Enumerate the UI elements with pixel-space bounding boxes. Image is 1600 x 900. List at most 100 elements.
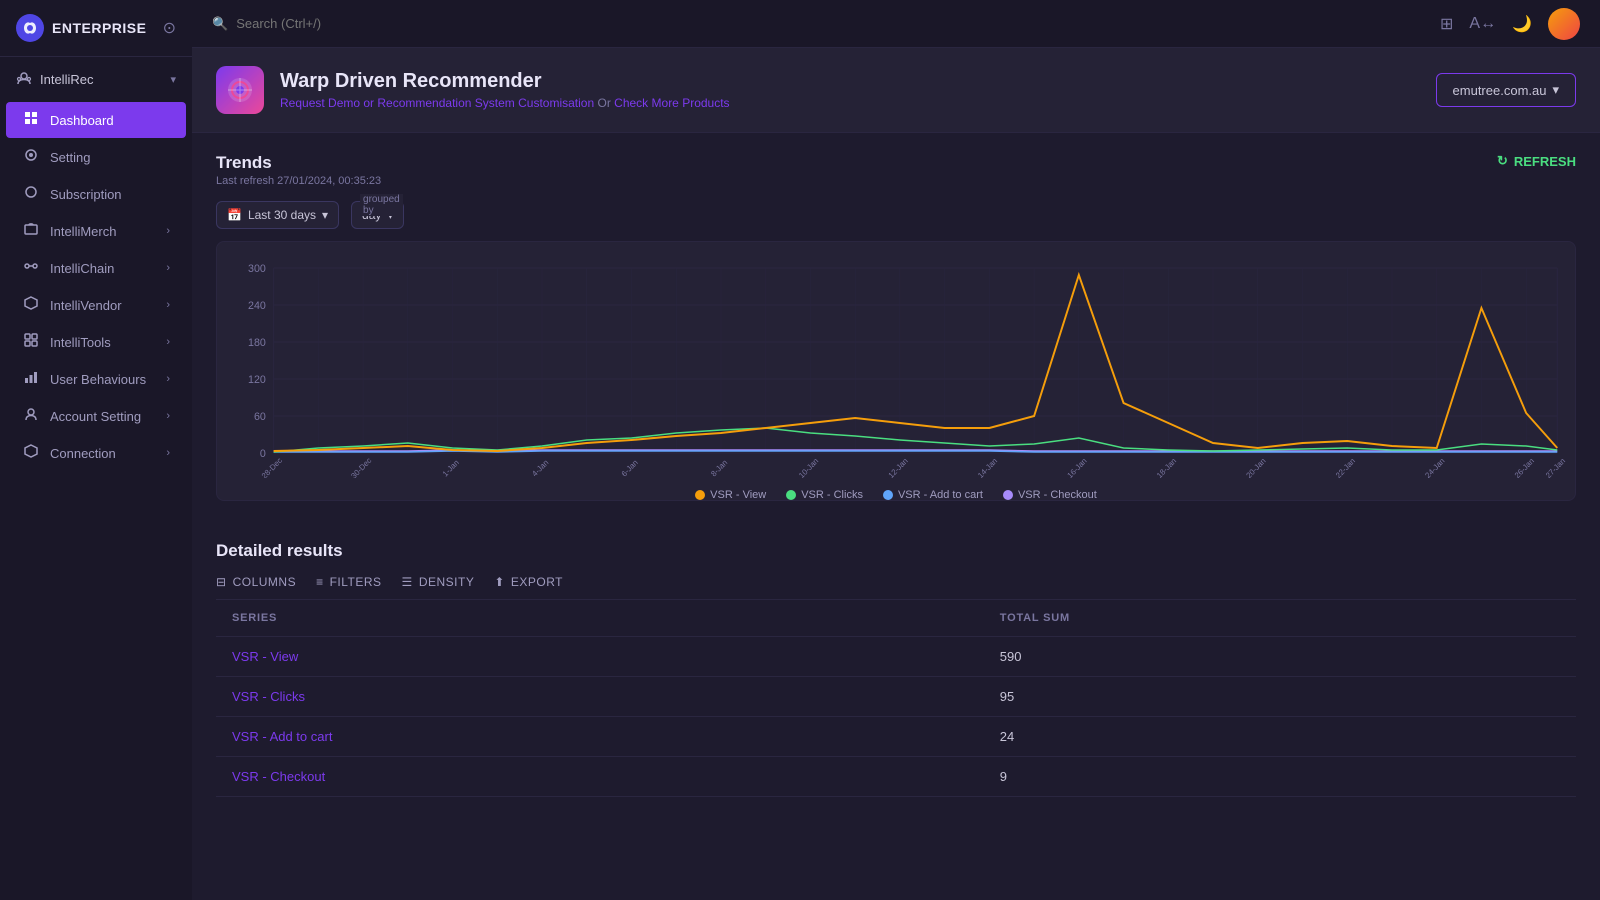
sidebar-item-connection[interactable]: Connection › (6, 435, 186, 471)
topbar: 🔍 ⊞ A↔ 🌙 (192, 0, 1600, 48)
svg-text:20-Jan: 20-Jan (1244, 456, 1267, 478)
sidebar-item-setting[interactable]: Setting (6, 139, 186, 175)
plugin-header: Warp Driven Recommender Request Demo or … (192, 48, 1600, 133)
connection-chevron-icon: › (166, 447, 170, 459)
legend-clicks: VSR - Clicks (786, 489, 863, 501)
sidebar-org[interactable]: IntelliRec ▾ (0, 63, 192, 95)
grouped-by-dropdown[interactable]: grouped by day ▾ (351, 201, 404, 229)
plugin-icon (216, 66, 264, 114)
intellimerch-nav-icon (22, 222, 40, 240)
date-range-chevron-icon: ▾ (322, 208, 328, 222)
svg-text:12-Jan: 12-Jan (887, 456, 910, 478)
intellimerch-nav-label: IntelliMerch (50, 224, 156, 239)
svg-text:0: 0 (260, 448, 266, 460)
series-column-header: SERIES (216, 600, 984, 637)
columns-button[interactable]: ⊟ COLUMNS (216, 575, 296, 589)
user-behaviours-chevron-icon: › (166, 373, 170, 385)
series-link-0[interactable]: VSR - View (232, 649, 298, 664)
detailed-section: Detailed results ⊟ COLUMNS ≡ FILTERS ☰ D… (192, 521, 1600, 817)
domain-label: emutree.com.au (1453, 83, 1547, 98)
filters-icon: ≡ (316, 575, 324, 589)
export-icon: ⬆ (494, 575, 505, 589)
trends-section: Trends Last refresh 27/01/2024, 00:35:23… (192, 133, 1600, 521)
products-link[interactable]: Check More Products (614, 96, 729, 110)
legend-addtocart: VSR - Add to cart (883, 489, 983, 501)
legend-addtocart-dot (883, 490, 893, 500)
trends-header-left: Trends Last refresh 27/01/2024, 00:35:23 (216, 153, 381, 201)
intellichain-nav-label: IntelliChain (50, 261, 156, 276)
sidebar-item-account-setting[interactable]: Account Setting› (6, 398, 186, 434)
svg-text:4-Jan: 4-Jan (530, 458, 550, 478)
sidebar-item-user-behaviours[interactable]: User Behaviours› (6, 361, 186, 397)
search-input[interactable] (236, 16, 436, 31)
calendar-icon: 📅 (227, 208, 242, 222)
grouped-by-label-small: grouped by (360, 194, 403, 216)
intellimerch-chevron-icon: › (166, 225, 170, 237)
sidebar-item-dashboard[interactable]: Dashboard (6, 102, 186, 138)
target-icon[interactable]: ⊙ (163, 18, 176, 38)
total-sum-cell-2: 24 (984, 717, 1576, 757)
series-link-2[interactable]: VSR - Add to cart (232, 729, 332, 744)
account-setting-nav-label: Account Setting (50, 409, 156, 424)
series-link-1[interactable]: VSR - Clicks (232, 689, 305, 704)
sidebar: ENTERPRISE ⊙ IntelliRec ▾ DashboardSetti… (0, 0, 192, 900)
avatar[interactable] (1548, 8, 1580, 40)
sidebar-item-subscription[interactable]: Subscription (6, 176, 186, 212)
translate-icon[interactable]: A↔ (1469, 15, 1496, 33)
svg-text:27-Jan: 27-Jan (1544, 456, 1567, 478)
sidebar-item-intellichain[interactable]: IntelliChain› (6, 250, 186, 286)
org-icon (16, 71, 32, 87)
export-button[interactable]: ⬆ EXPORT (494, 575, 563, 589)
total-sum-cell-0: 590 (984, 637, 1576, 677)
data-table: SERIES TOTAL SUM VSR - View590VSR - Clic… (216, 600, 1576, 797)
filters-button[interactable]: ≡ FILTERS (316, 575, 381, 589)
table-row: VSR - Clicks 95 (216, 677, 1576, 717)
warp-icon (226, 76, 254, 104)
total-sum-cell-1: 95 (984, 677, 1576, 717)
table-header: SERIES TOTAL SUM (216, 600, 1576, 637)
content-area: Warp Driven Recommender Request Demo or … (192, 48, 1600, 900)
svg-text:16-Jan: 16-Jan (1066, 456, 1089, 478)
density-button[interactable]: ☰ DENSITY (402, 575, 475, 589)
connection-nav-label: Connection (50, 446, 156, 461)
svg-text:60: 60 (254, 411, 266, 423)
svg-text:18-Jan: 18-Jan (1155, 456, 1178, 478)
refresh-label: REFRESH (1514, 154, 1576, 169)
sidebar-item-intellitools[interactable]: IntelliTools› (6, 324, 186, 360)
refresh-button[interactable]: ↻ REFRESH (1497, 153, 1576, 169)
columns-label: COLUMNS (233, 575, 297, 589)
header-row: SERIES TOTAL SUM (216, 600, 1576, 637)
sidebar-item-intellivendor[interactable]: IntelliVendor› (6, 287, 186, 323)
search-icon: 🔍 (212, 16, 228, 32)
demo-link[interactable]: Request Demo or Recommendation System Cu… (280, 96, 594, 110)
table-row: VSR - View 590 (216, 637, 1576, 677)
moon-icon[interactable]: 🌙 (1512, 14, 1532, 34)
sidebar-item-intellimerch[interactable]: IntelliMerch › (6, 213, 186, 249)
legend-view-label: VSR - View (710, 489, 766, 501)
domain-button[interactable]: emutree.com.au ▾ (1436, 73, 1576, 107)
legend-addtocart-label: VSR - Add to cart (898, 489, 983, 501)
grid-icon[interactable]: ⊞ (1440, 14, 1453, 34)
last-refresh-text: Last refresh 27/01/2024, 00:35:23 (216, 175, 381, 187)
series-cell-3: VSR - Checkout (216, 757, 984, 797)
setting-nav-icon (22, 148, 40, 166)
legend-checkout-label: VSR - Checkout (1018, 489, 1097, 501)
total-sum-cell-3: 9 (984, 757, 1576, 797)
legend-checkout: VSR - Checkout (1003, 489, 1097, 501)
legend-clicks-label: VSR - Clicks (801, 489, 863, 501)
filters-label: FILTERS (330, 575, 382, 589)
user-behaviours-nav-icon (22, 370, 40, 388)
series-link-3[interactable]: VSR - Checkout (232, 769, 325, 784)
intellitools-nav-icon (22, 333, 40, 351)
legend-clicks-dot (786, 490, 796, 500)
search-bar[interactable]: 🔍 (212, 16, 1424, 32)
svg-text:6-Jan: 6-Jan (620, 458, 640, 478)
topbar-right: ⊞ A↔ 🌙 (1440, 8, 1580, 40)
date-range-dropdown[interactable]: 📅 Last 30 days ▾ (216, 201, 339, 229)
table-toolbar: ⊟ COLUMNS ≡ FILTERS ☰ DENSITY ⬆ EXPORT (216, 575, 1576, 600)
svg-text:240: 240 (248, 300, 266, 312)
trends-controls: 📅 Last 30 days ▾ grouped by day ▾ (216, 201, 1576, 229)
sidebar-org-label: IntelliRec (40, 72, 162, 87)
brand-logo-icon (16, 14, 44, 42)
svg-text:26-Jan: 26-Jan (1513, 456, 1536, 478)
